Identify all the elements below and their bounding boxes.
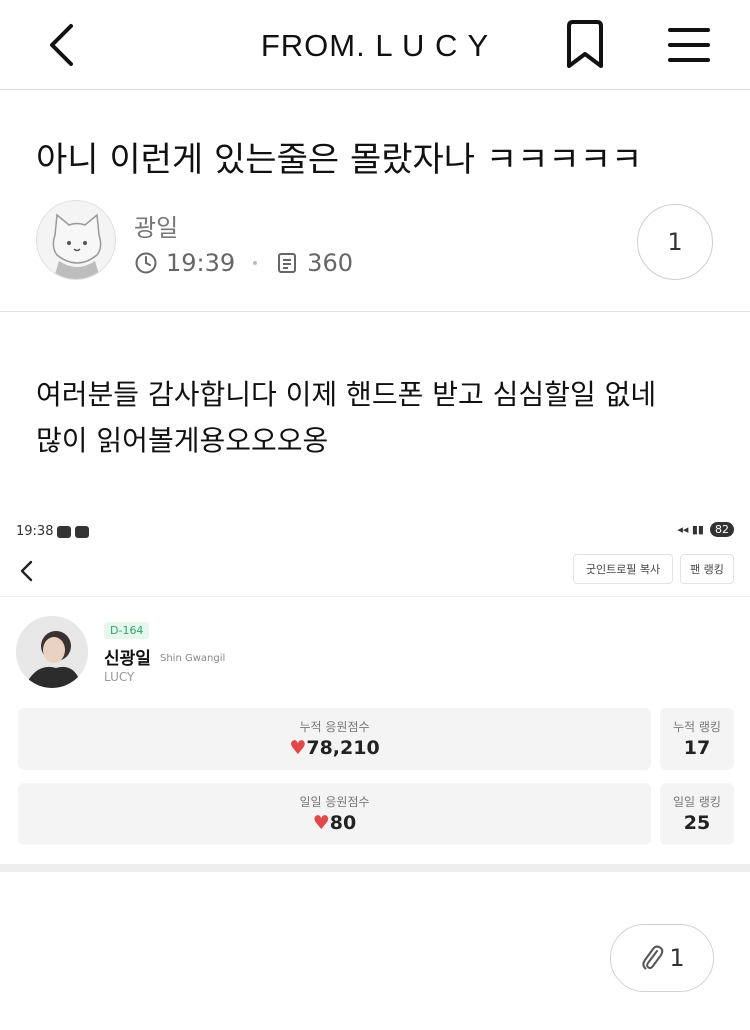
daily-score-card: 일일 응원점수 ♥80 — [18, 783, 651, 845]
app-icon — [75, 525, 90, 538]
cumulative-rank-card: 누적 랭킹 17 — [660, 708, 734, 770]
menu-button[interactable] — [663, 20, 715, 70]
heart-icon: ♥ — [312, 812, 330, 834]
page-title: FROM. L U C Y — [260, 28, 490, 63]
chat-icon — [57, 525, 72, 538]
attachment-button[interactable]: 1 — [610, 924, 714, 992]
divider — [0, 311, 750, 312]
card-label: 누적 랭킹 — [673, 720, 721, 734]
status-bar: 19:38 — [16, 524, 90, 539]
divider — [0, 596, 750, 597]
person-photo-icon — [16, 616, 88, 688]
copy-profile-button: 굿인트로필 복사 — [573, 554, 673, 584]
clock-icon — [135, 252, 157, 274]
artist-english-name: Shin Gwangil — [160, 653, 226, 664]
body-line: 여러분들 감사합니다 이제 핸드폰 받고 심심할일 없네 — [36, 378, 657, 411]
card-label: 일일 랭킹 — [673, 795, 721, 809]
status-icons: ◂◂ ▮▮ 82 — [677, 522, 734, 537]
post-time: 19:39 — [166, 249, 236, 277]
cumulative-score-card: 누적 응원점수 ♥78,210 — [18, 708, 651, 770]
screenshot-bottom-bar — [0, 864, 750, 872]
card-label: 누적 응원점수 — [299, 720, 370, 734]
menu-icon — [668, 28, 710, 62]
comment-count-button[interactable]: 1 — [637, 204, 713, 280]
body-line: 많이 읽어볼게용오오오옹 — [36, 424, 329, 457]
fan-ranking-button: 팬 랭킹 — [680, 554, 734, 584]
card-value: 25 — [683, 812, 711, 834]
post-body: 여러분들 감사합니다 이제 핸드폰 받고 심심할일 없네 많이 읽어볼게용오오오… — [36, 372, 726, 464]
card-value: 17 — [683, 737, 711, 759]
attachment-count: 1 — [669, 944, 685, 972]
battery-badge: 82 — [710, 522, 734, 537]
view-count: 360 — [307, 249, 353, 277]
author-name[interactable]: 광일 — [134, 208, 178, 243]
profile-photo — [16, 616, 88, 688]
author-avatar[interactable] — [36, 200, 116, 280]
comment-count: 1 — [667, 228, 683, 256]
card-value: ♥80 — [312, 812, 357, 834]
dday-badge: D-164 — [104, 622, 150, 639]
heart-icon: ♥ — [289, 737, 307, 759]
signal-icon: ◂◂ ▮▮ — [677, 523, 704, 536]
meta-separator — [253, 261, 258, 265]
document-icon — [278, 253, 297, 273]
back-icon — [20, 560, 33, 582]
post-title: 아니 이런게 있는줄은 몰랐자나 ㅋㅋㅋㅋㅋ — [36, 140, 643, 180]
cat-avatar-icon — [52, 213, 102, 279]
daily-rank-card: 일일 랭킹 25 — [660, 783, 734, 845]
group-name: LUCY — [104, 670, 135, 684]
card-value: ♥78,210 — [289, 737, 380, 759]
bookmark-button[interactable] — [560, 18, 610, 72]
paperclip-icon — [642, 945, 664, 970]
status-time: 19:38 — [16, 524, 54, 539]
post-meta: 19:39 360 — [134, 246, 353, 280]
attached-screenshot[interactable]: 19:38 ◂◂ ▮▮ 82 굿인트로필 복사 팬 랭킹 D-164 신광일 S… — [0, 512, 750, 872]
bookmark-icon — [567, 20, 603, 68]
card-label: 일일 응원점수 — [299, 795, 370, 809]
top-bar: FROM. L U C Y — [0, 0, 750, 90]
artist-name: 신광일 — [104, 649, 151, 669]
